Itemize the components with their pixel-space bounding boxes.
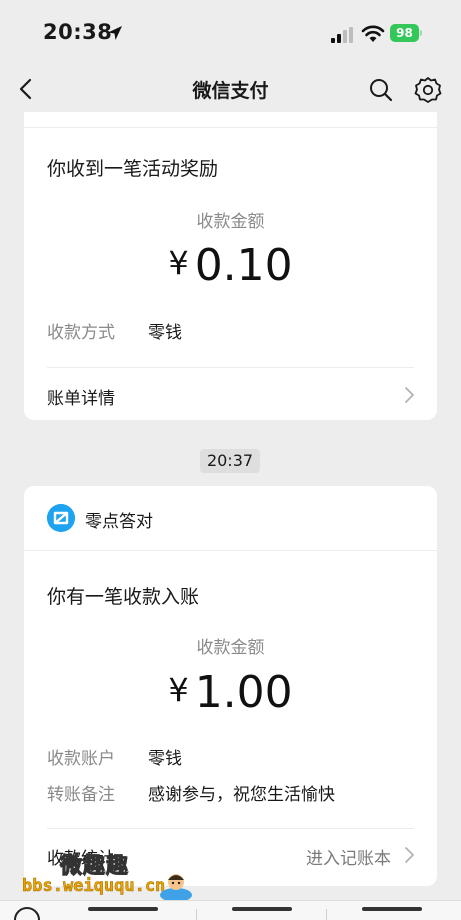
currency-symbol: ¥: [168, 671, 189, 709]
bill-detail-link[interactable]: 账单详情: [47, 384, 115, 409]
brand-name[interactable]: 零点答对: [85, 507, 153, 532]
amount-value: ¥0.10: [24, 240, 437, 291]
card-divider: [47, 367, 414, 368]
amount-number: 0.10: [194, 240, 293, 291]
battery-indicator: 98: [390, 24, 422, 42]
ledger-link[interactable]: 进入记账本: [306, 844, 391, 869]
chevron-right-icon[interactable]: [403, 386, 415, 404]
payment-card: 零点答对 你有一笔收款入账 收款金额 ¥1.00 收款账户 零钱 转账备注 感谢…: [24, 486, 437, 886]
message-timestamp: 20:37: [200, 449, 260, 473]
mini-program-icon: [47, 504, 75, 532]
amount-number: 1.00: [194, 667, 293, 718]
nav-bar: 微信支付: [0, 62, 461, 116]
screen: 20:38 98 微信支付 你收到一笔活动奖励 收款金额 ¥ 0.10 收款方式…: [0, 0, 461, 920]
amount-value: ¥1.00: [24, 667, 437, 718]
location-arrow-icon: [108, 26, 122, 40]
mascot-icon: [160, 874, 192, 902]
battery-cap: [420, 30, 422, 36]
menu-separator: [196, 909, 197, 920]
search-icon[interactable]: [368, 77, 394, 103]
amount-label: 收款金额: [196, 638, 265, 658]
card-divider: [24, 550, 437, 551]
keyboard-toggle-icon[interactable]: [14, 907, 40, 920]
gear-icon[interactable]: [414, 76, 442, 104]
watermark-url: bbs.weiququ.cn: [22, 876, 166, 897]
reward-card: 你收到一笔活动奖励 收款金额 ¥0.10 收款方式 零钱 账单详情: [24, 112, 437, 420]
card-divider: [47, 828, 414, 829]
currency-symbol: ¥: [168, 244, 189, 282]
bottom-toolbar: [0, 900, 461, 920]
status-bar: 20:38 98: [0, 0, 461, 62]
reward-title: 你收到一笔活动奖励: [47, 158, 219, 180]
signal-icon: [331, 27, 353, 43]
chevron-right-icon[interactable]: [403, 846, 415, 864]
amount-label: 收款金额: [196, 212, 265, 232]
method-value: 零钱: [148, 323, 182, 343]
menu-tab[interactable]: [88, 907, 158, 911]
account-value: 零钱: [148, 749, 182, 769]
method-label: 收款方式: [47, 323, 115, 343]
account-label: 收款账户: [47, 749, 115, 769]
status-time: 20:38: [43, 20, 113, 44]
battery-level: 98: [390, 24, 419, 42]
card-divider: [24, 127, 437, 128]
menu-tab[interactable]: [362, 907, 422, 911]
wifi-icon: [361, 25, 385, 42]
note-value: 感谢参与，祝您生活愉快: [148, 785, 335, 805]
menu-separator: [326, 909, 327, 920]
watermark: 微趣趣 bbs.weiququ.cn: [22, 848, 202, 906]
note-label: 转账备注: [47, 785, 115, 805]
payment-title: 你有一笔收款入账: [47, 586, 200, 608]
menu-tab[interactable]: [232, 907, 292, 911]
